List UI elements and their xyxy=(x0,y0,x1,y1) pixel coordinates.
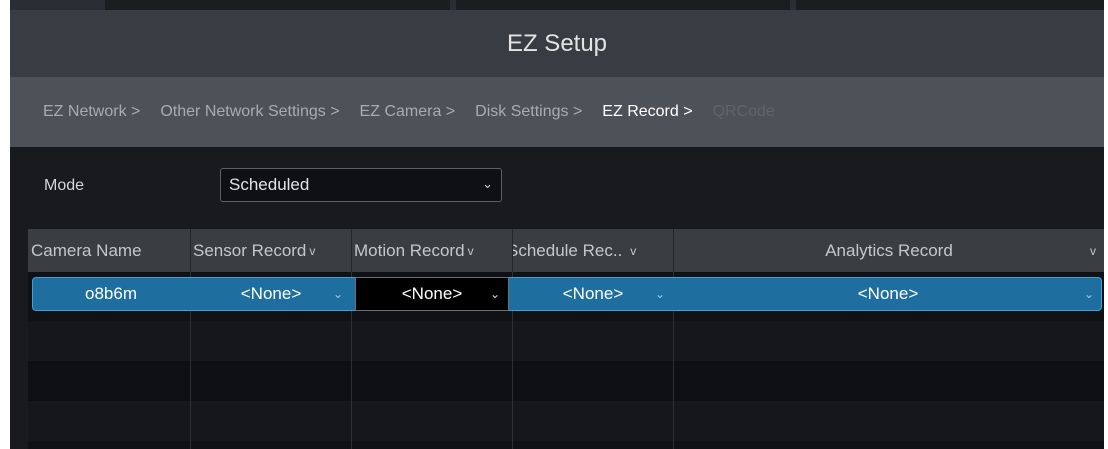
sensor-record-value: <None> xyxy=(240,284,302,303)
camera-name-cell[interactable]: o8b6m xyxy=(32,277,190,311)
breadcrumb-qrcode: QRCode xyxy=(712,103,775,120)
header-schedule-record[interactable]: Schedule Rec.. v xyxy=(513,229,674,272)
chevron-down-icon[interactable]: v xyxy=(1090,244,1096,258)
chevron-down-icon: ⌄ xyxy=(1083,287,1094,301)
header-motion-record[interactable]: Motion Record v xyxy=(352,229,513,272)
schedule-record-value: <None> xyxy=(562,284,624,303)
header-label: Analytics Record xyxy=(825,240,953,260)
header-camera-name[interactable]: Camera Name xyxy=(28,229,191,272)
mode-label: Mode xyxy=(44,177,85,194)
chevron-down-icon[interactable]: v xyxy=(309,244,315,258)
chevron-down-icon: ⌄ xyxy=(489,287,500,301)
breadcrumb-disk-settings[interactable]: Disk Settings > xyxy=(475,103,582,121)
chevron-down-icon: ⌄ xyxy=(332,287,343,301)
schedule-record-select[interactable]: <None> ⌄ xyxy=(513,277,673,311)
record-table: Camera Name Sensor Record v Motion Recor… xyxy=(28,229,1104,449)
top-strip-segment xyxy=(450,0,456,10)
motion-record-value: <None> xyxy=(401,284,463,303)
header-sensor-record[interactable]: Sensor Record v xyxy=(191,229,352,272)
breadcrumb-ez-camera[interactable]: EZ Camera > xyxy=(360,103,456,121)
breadcrumb-ez-record[interactable]: EZ Record > xyxy=(602,103,692,121)
table-header: Camera Name Sensor Record v Motion Recor… xyxy=(28,229,1104,272)
breadcrumb-ez-network[interactable]: EZ Network > xyxy=(43,103,140,121)
chevron-down-icon: ⌄ xyxy=(654,287,665,301)
sensor-record-select[interactable]: <None> ⌄ xyxy=(191,277,351,311)
mode-select-value: Scheduled xyxy=(229,175,310,194)
ez-setup-window: EZ Setup EZ Network > Other Network Sett… xyxy=(10,10,1104,449)
top-strip-segment xyxy=(790,0,796,10)
header-label: Motion Record xyxy=(354,240,465,260)
header-analytics-record[interactable]: Analytics Record v xyxy=(674,229,1104,272)
window-title: EZ Setup xyxy=(10,10,1104,77)
breadcrumb-other-network-settings[interactable]: Other Network Settings > xyxy=(160,103,339,121)
header-label: Camera Name xyxy=(31,240,142,260)
chevron-down-icon: ⌄ xyxy=(482,176,493,191)
chevron-down-icon[interactable]: v xyxy=(630,244,636,258)
analytics-record-value: <None> xyxy=(857,284,919,303)
header-label: Schedule Rec.. xyxy=(513,240,623,260)
top-strip-segment xyxy=(10,0,105,10)
top-strip xyxy=(10,0,1104,10)
breadcrumb: EZ Network > Other Network Settings > EZ… xyxy=(10,77,1104,147)
header-label: Sensor Record xyxy=(193,240,307,260)
chevron-down-icon[interactable]: v xyxy=(468,244,474,258)
mode-select[interactable]: Scheduled ⌄ xyxy=(220,168,502,202)
motion-record-select[interactable]: <None> ⌄ xyxy=(355,277,509,311)
analytics-record-select[interactable]: <None> ⌄ xyxy=(674,277,1102,311)
